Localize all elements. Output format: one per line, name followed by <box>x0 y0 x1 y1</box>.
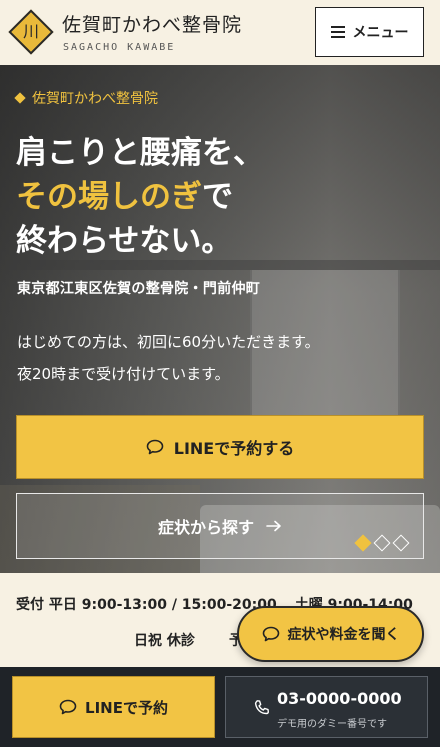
hamburger-icon <box>330 26 345 38</box>
hero-tag: 佐賀町かわべ整骨院 <box>14 88 158 108</box>
intro-line1: はじめての方は、初回に60分いただきます。 <box>17 333 320 351</box>
intro-line2: 夜20時まで受け付けています。 <box>17 365 230 383</box>
line-reserve-label: LINEで予約する <box>173 439 295 458</box>
chat-bubble-icon <box>146 439 164 455</box>
headline-highlight: その場しのぎ <box>16 179 202 215</box>
diamond-bullet-icon <box>14 92 26 104</box>
brand-name[interactable]: 佐賀町かわべ整骨院 <box>62 10 242 37</box>
site-header: 川 佐賀町かわべ整骨院 SAGACHO KAWABE メニュー <box>0 0 440 65</box>
headline-line2-rest: で <box>202 179 233 215</box>
slider-dot[interactable] <box>373 534 391 552</box>
hero-intro: はじめての方は、初回に60分いただきます。 夜20時まで受け付けています。 <box>17 326 320 390</box>
phone-icon <box>254 700 269 715</box>
logo-char: 川 <box>22 22 39 41</box>
slider-dots <box>354 534 410 552</box>
chat-bubble-icon <box>59 699 77 715</box>
bottom-line-label: LINEで予約 <box>85 698 168 717</box>
line-reserve-button[interactable]: LINEで予約する <box>16 415 424 479</box>
headline-line2: その場しのぎで <box>16 175 264 219</box>
bottom-action-bar: LINEで予約 03-0000-0000 デモ用のダミー番号です <box>0 667 440 747</box>
headline-line1: 肩こりと腰痛を、 <box>16 135 264 171</box>
slider-dot[interactable] <box>354 534 372 552</box>
hero-tag-text: 佐賀町かわべ整骨院 <box>32 91 158 107</box>
menu-button[interactable]: メニュー <box>315 7 424 57</box>
call-button[interactable]: 03-0000-0000 デモ用のダミー番号です <box>225 676 428 738</box>
hero-section: 佐賀町かわべ整骨院 肩こりと腰痛を、 その場しのぎで 終わらせない。 東京都江東… <box>0 65 440 573</box>
tel-number: 03-0000-0000 <box>277 689 402 708</box>
symptom-search-label: 症状から探す <box>157 518 254 537</box>
hours-weekday: 受付 平日 9:00-13:00 / 15:00-20:00 <box>16 597 277 613</box>
headline-line3: 終わらせない。 <box>16 223 233 259</box>
slider-dot[interactable] <box>392 534 410 552</box>
hours-holiday: 日祝 休診 <box>134 633 195 649</box>
hero-subline: 東京都江東区佐賀の整骨院・門前仲町 <box>17 281 261 297</box>
brand-roman: SAGACHO KAWABE <box>63 42 176 53</box>
ask-symptom-price-button[interactable]: 症状や料金を聞く <box>237 606 424 662</box>
hero-headline: 肩こりと腰痛を、 その場しのぎで 終わらせない。 <box>16 131 264 263</box>
logo-mark[interactable]: 川 <box>8 9 54 55</box>
bottom-line-reserve-button[interactable]: LINEで予約 <box>12 676 215 738</box>
tel-note: デモ用のダミー番号です <box>277 719 387 730</box>
menu-label: メニュー <box>352 25 409 41</box>
ask-symptom-price-label: 症状や料金を聞く <box>287 627 400 643</box>
arrow-right-icon <box>266 520 281 532</box>
chat-bubble-icon <box>262 626 279 642</box>
